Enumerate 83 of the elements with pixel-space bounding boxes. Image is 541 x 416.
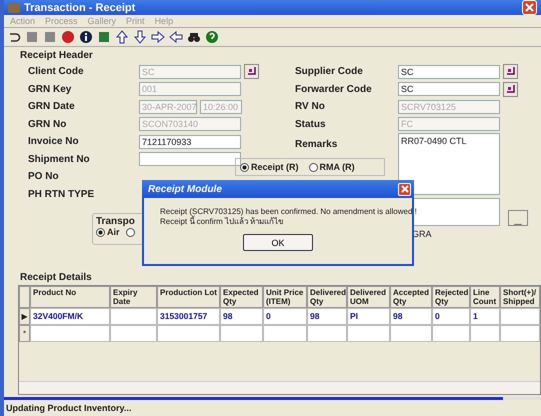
corner-arrow-icon — [506, 66, 515, 76]
field-label: Client Code — [28, 66, 85, 78]
field-label: PO No — [28, 171, 60, 182]
table-cell: 0 — [263, 308, 307, 325]
radio-option[interactable]: Air — [96, 227, 120, 237]
column-header[interactable]: Delivered Qty — [307, 286, 347, 308]
close-button[interactable] — [398, 182, 411, 196]
corner-arrow-icon — [247, 66, 256, 76]
field-label: Status — [295, 118, 327, 130]
ok-button[interactable]: OK — [243, 234, 313, 251]
table-cell — [307, 325, 347, 342]
table-cell — [500, 308, 540, 325]
field-label: RV No — [295, 101, 326, 112]
table-cell — [263, 325, 307, 342]
table-cell: 32V400FM/K — [30, 308, 110, 325]
toolbar-icon[interactable] — [60, 29, 76, 45]
arrow-icon[interactable] — [114, 29, 130, 45]
row-marker[interactable]: ▶ — [19, 308, 30, 325]
input-field[interactable] — [139, 152, 241, 166]
field-label: PH RTN TYPE — [28, 188, 96, 200]
column-header[interactable]: Rejected Qty — [432, 286, 470, 308]
table-cell: 98 — [307, 308, 347, 325]
table-cell — [470, 325, 500, 342]
help-icon[interactable] — [204, 29, 220, 45]
radio-option[interactable]: Receipt (R) — [240, 162, 299, 172]
lookup-button[interactable] — [503, 82, 518, 97]
table-cell — [432, 325, 470, 342]
column-header[interactable]: Unit Price (ITEM) — [263, 286, 307, 308]
field-label: GRN Key — [28, 84, 72, 95]
minus-button[interactable]: _ — [508, 210, 528, 226]
section-title: Receipt Details — [20, 272, 93, 283]
table-cell: 1 — [470, 308, 500, 325]
field-label: Supplier Code — [295, 66, 364, 78]
table-cell — [347, 325, 390, 342]
input-field[interactable]: SC — [398, 64, 500, 79]
table-cell: 3153001757 — [157, 308, 220, 325]
table-cell — [390, 325, 432, 342]
column-header[interactable]: Delivered UOM — [347, 286, 390, 308]
scrollbar[interactable] — [19, 381, 540, 394]
info-icon[interactable] — [78, 29, 94, 45]
column-header[interactable]: Accepted Qty — [390, 286, 432, 308]
field-label: GRN No — [28, 118, 68, 130]
table-cell: PI — [347, 308, 390, 325]
field-label: GRN Date — [28, 101, 76, 112]
column-header[interactable]: Production Lot — [157, 286, 220, 308]
column-header[interactable]: Short(+)/ Shipped — [500, 286, 540, 308]
table-cell — [110, 308, 157, 325]
table-cell — [500, 325, 540, 342]
dialog-message: Receipt นี้ confirm ไปแล้ว ห้ามแก้ไข — [160, 217, 284, 227]
app-icon — [8, 2, 20, 12]
table-cell — [110, 325, 157, 342]
close-button[interactable] — [522, 0, 537, 15]
status-text: Updating Product Inventory... — [5, 402, 132, 415]
field-label: Remarks — [295, 139, 338, 150]
section-title: Receipt Header — [20, 50, 94, 61]
column-header[interactable]: Expiry Date — [110, 286, 157, 308]
table-cell: 98 — [220, 308, 263, 325]
table-cell — [220, 325, 263, 342]
dialog-title: Receipt Module — [148, 184, 222, 194]
table-cell — [157, 325, 220, 342]
lookup-button[interactable] — [503, 64, 518, 80]
field-label: Invoice No — [28, 136, 80, 148]
radio-option[interactable] — [126, 227, 135, 237]
radio-option[interactable]: RMA (R) — [308, 162, 355, 172]
input-field[interactable]: SC — [398, 82, 500, 96]
column-header[interactable]: Expected Qty — [220, 286, 263, 308]
column-header[interactable]: Product No — [30, 286, 110, 308]
window-title: Transaction - Receipt — [24, 2, 136, 14]
corner-arrow-icon — [506, 84, 515, 93]
row-marker[interactable]: * — [19, 325, 30, 342]
column-header[interactable]: Line Count — [470, 286, 500, 308]
input-field[interactable]: 7121170933 — [139, 134, 241, 149]
field-label: Forwarder Code — [295, 84, 373, 95]
arrow-icon[interactable] — [150, 29, 166, 45]
group-label: Transpo — [96, 216, 135, 227]
lookup-button[interactable] — [244, 64, 259, 80]
table-cell: 98 — [390, 308, 432, 325]
dialog-message: Receipt (SCRV703125) has been confirmed. No amendment is allowed ! — [160, 207, 417, 216]
table-cell: 0 — [432, 308, 470, 325]
arrow-icon[interactable] — [132, 29, 148, 45]
field-label: Shipment No — [28, 154, 91, 165]
remarks-field[interactable]: RR07-0490 CTL — [398, 133, 500, 195]
arrow-icon[interactable] — [168, 29, 184, 45]
